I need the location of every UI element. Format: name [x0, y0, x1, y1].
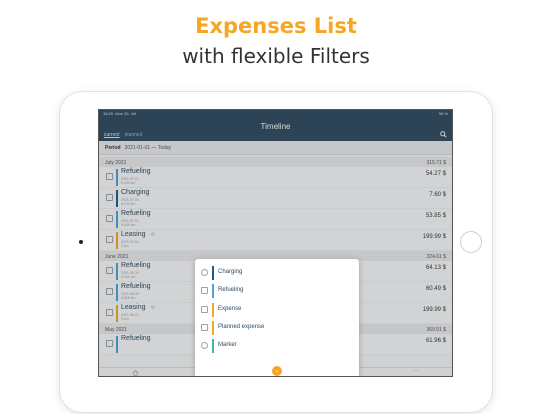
filter-option-label: Charging — [218, 269, 243, 275]
card-icon — [201, 305, 208, 313]
app-screen: 15:29 Mon 26. Jul 56 % Timeline current … — [98, 109, 453, 377]
collapse-filter-button[interactable]: ⌄ — [272, 366, 282, 376]
filter-option[interactable]: Charging — [195, 264, 359, 282]
category-color-bar — [212, 339, 214, 354]
promo-title: Expenses List — [195, 14, 357, 38]
category-color-bar — [212, 302, 214, 317]
tablet-device: 15:29 Mon 26. Jul 56 % Timeline current … — [60, 92, 492, 412]
filter-option-label: Expense — [218, 305, 242, 312]
home-button[interactable] — [460, 231, 482, 253]
filter-option-label: Planned expense — [218, 323, 265, 330]
filter-option-label: Marker — [218, 342, 237, 349]
category-color-bar — [212, 320, 214, 335]
pin-icon — [201, 342, 208, 350]
category-color-bar — [212, 284, 214, 299]
fuel-icon — [201, 287, 208, 295]
filter-option-label: Refueling — [218, 287, 244, 294]
filter-menu: Charging Refueling Expense Planned expen… — [195, 259, 359, 376]
filter-option[interactable]: Planned expense — [195, 319, 359, 337]
filter-option[interactable]: Expense — [195, 301, 359, 319]
plug-icon — [201, 269, 208, 276]
filter-option[interactable]: Refueling — [195, 282, 359, 300]
calendar-icon — [201, 323, 208, 331]
promo-subtitle: with flexible Filters — [182, 44, 370, 68]
category-color-bar — [212, 266, 214, 280]
camera-dot — [79, 240, 83, 244]
filter-option[interactable]: Marker — [195, 337, 359, 355]
